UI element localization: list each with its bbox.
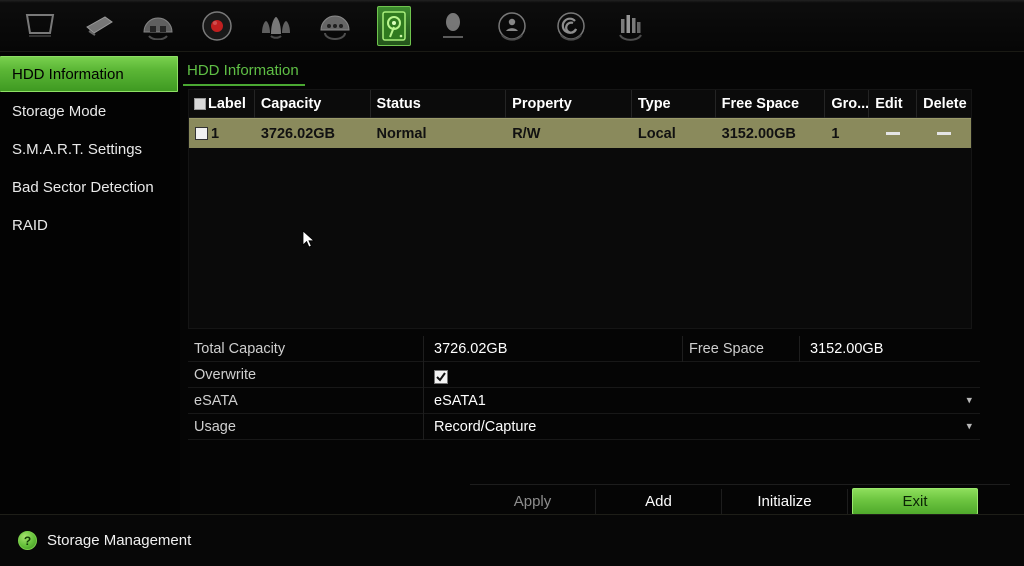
esata-label: eSATA [188,387,424,414]
delete-row-button[interactable] [917,119,971,149]
column-header-label: Label [189,89,255,118]
cell-group: 1 [831,125,840,142]
usage-select[interactable]: Record/Capture [424,414,980,440]
column-header-property[interactable]: Property [506,89,632,118]
usage-row: Usage Record/Capture ▾ [188,413,980,440]
cell-capacity: 3726.02GB [260,125,336,142]
cell-status: Normal [376,125,427,142]
overwrite-value [424,362,980,388]
maintenance-icon [551,7,591,45]
help-icon[interactable]: ? [18,531,37,550]
initialize-button[interactable]: Initialize [722,488,848,515]
cell-label-text: 1 [211,125,220,142]
chevron-down-icon[interactable]: ▾ [966,395,972,406]
usage-label: Usage [188,413,424,440]
tab-hdd-information[interactable]: HDD Information [183,62,305,86]
sidebar-item-label: RAID [12,217,48,234]
system-config-icon [492,7,532,45]
network-icon [315,7,355,45]
sidebar-item-label: HDD Information [12,66,124,83]
status-bar-text: Storage Management [47,532,192,549]
table-header-row: Label Capacity Status Property Type Free… [189,89,971,118]
column-header-status[interactable]: Status [371,89,507,118]
storage-info-panel: Total Capacity 3726.02GB Free Space 3152… [188,335,980,440]
sidebar-item-raid[interactable]: RAID [0,208,180,244]
toolbar-item-shutdown[interactable] [600,3,659,49]
cell-type: Local [637,125,676,142]
column-header-label-text: Label [208,95,246,112]
sidebar-item-bad-sector-detection[interactable]: Bad Sector Detection [0,170,180,206]
toolbar-item-alarm[interactable] [246,3,305,49]
overwrite-label: Overwrite [188,361,424,388]
free-space-label: Free Space [682,335,800,362]
overwrite-row: Overwrite [188,361,980,388]
toolbar-item-system-config[interactable] [482,3,541,49]
total-capacity-label: Total Capacity [188,335,424,362]
esata-row: eSATA eSATA1 ▾ [188,387,980,414]
status-bar: ? Storage Management [0,514,1024,566]
column-header-free-space[interactable]: Free Space [716,89,826,118]
playback-monitor-icon [20,7,60,45]
free-space-value: 3152.00GB [810,340,884,357]
action-button-bar: Apply Add Initialize Exit [470,484,1010,518]
esata-select[interactable]: eSATA1 [424,388,980,414]
shutdown-icon [610,7,650,45]
delete-trash-icon [937,132,952,135]
nvr-storage-management-screen: HDD Information Storage Mode S.M.A.R.T. … [0,0,1024,566]
user-icon [433,7,473,45]
column-header-edit[interactable]: Edit [869,89,918,118]
sidebar-item-label: Storage Mode [12,103,107,120]
checkmark-icon [436,371,446,382]
column-header-type[interactable]: Type [632,89,716,118]
alarm-icon [256,7,296,45]
chevron-down-icon[interactable]: ▾ [966,421,972,432]
edit-row-button[interactable] [869,119,917,149]
tab-label: HDD Information [187,62,299,79]
row-select-checkbox[interactable] [195,127,208,140]
sidebar-nav: HDD Information Storage Mode S.M.A.R.T. … [0,52,180,514]
camera-setup-icon [138,7,178,45]
cell-property: R/W [512,125,541,142]
content-panel: HDD Information Label Capacity Status Pr… [180,52,1024,515]
sidebar-item-smart-settings[interactable]: S.M.A.R.T. Settings [0,132,180,168]
toolbar-item-network[interactable] [305,3,364,49]
table-row[interactable]: 1 3726.02GB Normal R/W Local 3152.00GB 1 [189,118,971,148]
column-header-capacity[interactable]: Capacity [255,89,371,118]
sidebar-item-label: Bad Sector Detection [12,179,154,196]
record-icon [197,7,237,45]
edit-pencil-icon [886,132,901,135]
toolbar-item-maintenance[interactable] [541,3,600,49]
add-button[interactable]: Add [596,488,722,515]
cell-label: 1 [189,119,255,149]
toolbar-item-user[interactable] [423,3,482,49]
toolbar-item-storage[interactable] [364,3,423,49]
hdd-storage-icon [376,5,411,46]
sidebar-item-hdd-information[interactable]: HDD Information [0,56,178,92]
total-capacity-row: Total Capacity 3726.02GB Free Space 3152… [188,335,980,362]
cell-free-space: 3152.00GB [721,125,796,142]
toolbar-item-camera[interactable] [128,3,187,49]
overwrite-checkbox[interactable] [434,369,448,384]
tab-bar: HDD Information [183,56,305,86]
toolbar-item-record[interactable] [187,3,246,49]
select-all-checkbox[interactable] [194,97,206,110]
camera-export-icon [79,7,119,45]
apply-button[interactable]: Apply [470,488,596,515]
main-toolbar [0,0,1024,52]
column-header-delete[interactable]: Delete [917,90,971,118]
exit-button[interactable]: Exit [852,488,978,515]
sidebar-item-label: S.M.A.R.T. Settings [12,141,143,158]
total-capacity-value: 3726.02GB [434,340,508,357]
toolbar-item-export[interactable] [69,3,128,49]
sidebar-item-storage-mode[interactable]: Storage Mode [0,94,180,130]
toolbar-item-playback[interactable] [10,3,69,49]
hdd-table: Label Capacity Status Property Type Free… [188,89,972,329]
column-header-group[interactable]: Gro... [825,89,870,118]
